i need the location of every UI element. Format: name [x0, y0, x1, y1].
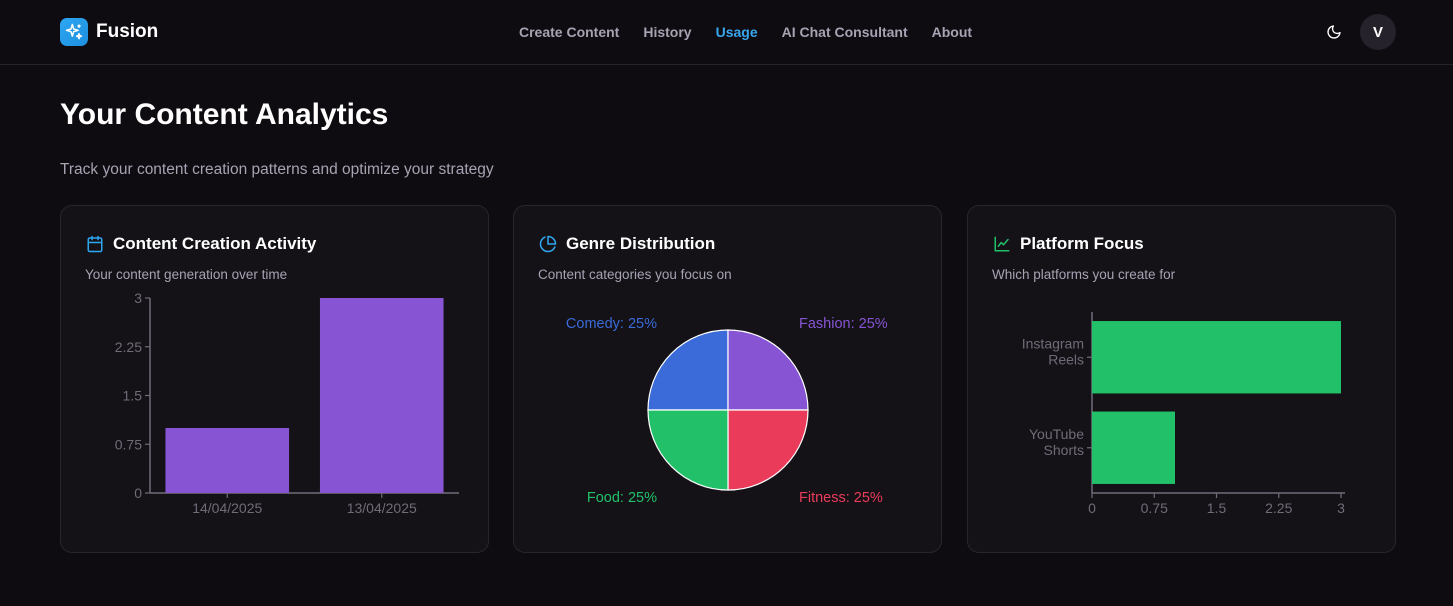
- bar: [1092, 411, 1175, 484]
- pie-slice-label: Comedy: 25%: [566, 316, 657, 332]
- bar: [165, 428, 290, 493]
- genre-distribution-card: Genre Distribution Content categories yo…: [513, 205, 942, 553]
- y-tick-label: Shorts: [1044, 442, 1084, 458]
- x-tick-label: 0.75: [1141, 500, 1168, 516]
- pie-slice-label: Food: 25%: [587, 490, 657, 506]
- pie-slice: [727, 329, 809, 411]
- x-tick-label: 14/04/2025: [192, 500, 262, 516]
- x-tick-label: 1.5: [1207, 500, 1227, 516]
- pie-slice: [647, 329, 729, 411]
- moon-icon: [1327, 25, 1341, 39]
- nav-item-ai-chat-consultant[interactable]: AI Chat Consultant: [782, 24, 908, 40]
- platform-horizontal-bar-chart: 0 0.75 1.5 2.25 3 InstagramReels YouTubeShorts: [1022, 312, 1345, 516]
- y-tick-label: 2.25: [115, 339, 142, 355]
- nav-item-history[interactable]: History: [643, 24, 691, 40]
- y-tick-label: YouTube: [1029, 426, 1084, 442]
- content-activity-card: Content Creation Activity Your content g…: [60, 205, 489, 553]
- content-activity-bar-chart: 0 0.75 1.5 2.25 3 14/04/2025 13/04/2025: [115, 290, 459, 516]
- x-tick-label: 13/04/2025: [347, 500, 417, 516]
- y-tick-label: 0: [134, 485, 142, 501]
- platform-focus-card: Platform Focus Which platforms you creat…: [967, 205, 1396, 553]
- top-navbar: Fusion Create Content History Usage AI C…: [0, 0, 1453, 65]
- nav-item-create-content[interactable]: Create Content: [519, 24, 619, 40]
- theme-toggle-button[interactable]: [1323, 21, 1345, 43]
- bar: [1092, 321, 1341, 394]
- pie-slice-label: Fitness: 25%: [799, 490, 883, 506]
- x-tick-label: 3: [1337, 500, 1345, 516]
- x-tick-label: 0: [1088, 500, 1096, 516]
- nav-item-about[interactable]: About: [932, 24, 972, 40]
- pie-slice: [727, 409, 809, 491]
- user-avatar-button[interactable]: V: [1360, 14, 1396, 50]
- nav-item-usage[interactable]: Usage: [716, 24, 758, 40]
- brand[interactable]: Fusion: [60, 18, 158, 46]
- pie-slice-label: Fashion: 25%: [799, 316, 888, 332]
- y-tick-label: Reels: [1048, 351, 1084, 367]
- pie-slice: [647, 409, 729, 491]
- sparkles-icon: [60, 18, 88, 46]
- y-tick-label: 3: [134, 290, 142, 306]
- page-title: Your Content Analytics: [60, 98, 389, 131]
- page-subtitle: Track your content creation patterns and…: [60, 161, 494, 178]
- app-name: Fusion: [96, 21, 159, 42]
- main-nav: Create Content History Usage AI Chat Con…: [519, 24, 972, 40]
- y-tick-label: Instagram: [1022, 335, 1084, 351]
- genre-pie-chart: Comedy: 25% Fashion: 25% Fitness: 25% Food:…: [566, 316, 888, 506]
- y-tick-label: 1.5: [123, 388, 143, 404]
- bar: [319, 298, 444, 493]
- x-tick-label: 2.25: [1265, 500, 1292, 516]
- y-tick-label: 0.75: [115, 436, 142, 452]
